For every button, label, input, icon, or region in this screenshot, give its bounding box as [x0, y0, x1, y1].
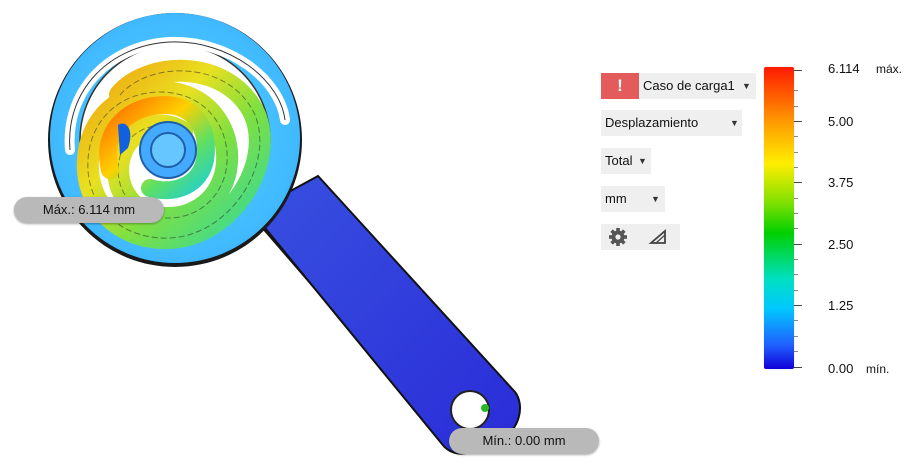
legend-minor-tick: [794, 152, 798, 153]
min-marker: [481, 404, 489, 412]
legend-tick: [794, 70, 802, 71]
legend-minor-tick: [794, 106, 798, 107]
legend-min-tag: mín.: [866, 362, 890, 376]
legend-minor-tick: [794, 90, 798, 91]
load-case-label: Caso de carga1: [643, 78, 735, 93]
legend-minor-tick: [794, 290, 798, 291]
legend-tick-label: 2.50: [828, 237, 854, 252]
legend-max-value: 6.114: [828, 61, 860, 76]
gear-icon[interactable]: [605, 224, 635, 250]
legend-minor-tick: [794, 351, 798, 352]
legend-tick: [794, 182, 802, 183]
legend-max-tag: máx.: [876, 62, 903, 76]
legend-minor-tick: [794, 336, 798, 337]
spring-housing: [48, 13, 302, 267]
chevron-down-icon: ▼: [742, 81, 751, 91]
chevron-down-icon: ▼: [638, 156, 647, 166]
legend-tick-label: 3.75: [828, 175, 854, 190]
legend-minor-tick: [794, 167, 798, 168]
triangle-scale-icon[interactable]: [645, 224, 675, 250]
legend-minor-tick: [794, 198, 798, 199]
legend-minor-tick: [794, 259, 798, 260]
chevron-down-icon: ▼: [730, 118, 739, 128]
legend-tick-label: 5.00: [828, 114, 854, 129]
legend-minor-tick: [794, 213, 798, 214]
result-type-dropdown[interactable]: Desplazamiento ▼: [601, 110, 742, 136]
lever-arm: [250, 174, 521, 455]
load-case-dropdown[interactable]: Caso de carga1 ▼: [639, 73, 756, 99]
legend-minor-tick: [794, 274, 798, 275]
legend-tick: [794, 305, 802, 306]
min-probe-label[interactable]: Mín.: 0.00 mm: [449, 428, 599, 454]
component-dropdown[interactable]: Total ▼: [601, 148, 651, 174]
legend-tick-label: 1.25: [828, 298, 854, 313]
model-viewport[interactable]: Máx.: 6.114 mm Mín.: 0.00 mm: [0, 0, 600, 470]
legend-tick: [794, 121, 802, 122]
units-dropdown[interactable]: mm ▼: [601, 186, 665, 212]
legend-tick: [794, 367, 802, 368]
component-label: Total: [605, 153, 633, 168]
legend-tick: [794, 244, 802, 245]
result-type-label: Desplazamiento: [605, 115, 699, 130]
part-model: [48, 13, 521, 455]
legend-tools: [601, 224, 680, 250]
warning-icon[interactable]: !: [601, 73, 639, 99]
legend-minor-tick: [794, 136, 798, 137]
chevron-down-icon: ▼: [651, 194, 660, 204]
legend-minor-tick: [794, 228, 798, 229]
units-label: mm: [605, 191, 627, 206]
color-legend-bar: [764, 67, 794, 369]
legend-min-value: 0.00: [828, 361, 854, 376]
legend-minor-tick: [794, 320, 798, 321]
max-probe-label[interactable]: Máx.: 6.114 mm: [14, 197, 164, 223]
